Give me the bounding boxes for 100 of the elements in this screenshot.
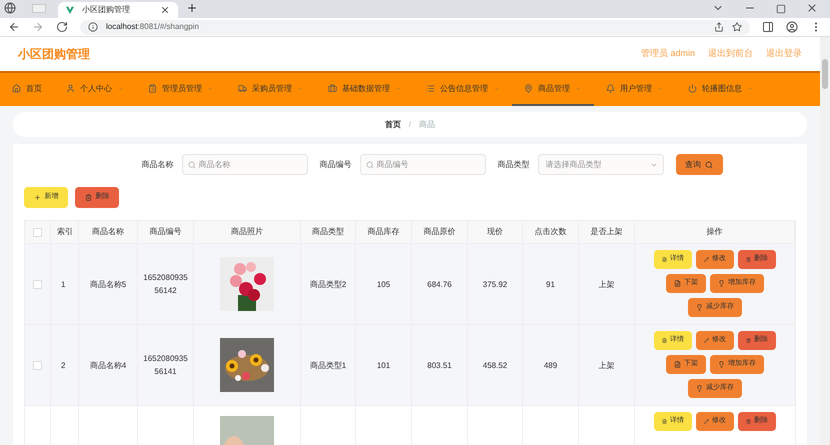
table-cell-text: 商品类型1 <box>308 360 348 372</box>
search-field[interactable]: 商品名称 <box>182 154 308 175</box>
close-icon[interactable] <box>806 2 818 14</box>
nav-item[interactable]: 采购员管理 <box>226 73 316 106</box>
info-icon <box>88 22 98 32</box>
column-header: 是否上架 <box>590 226 622 238</box>
caret-icon <box>747 85 754 92</box>
reload-icon[interactable] <box>56 21 68 33</box>
url-text: localhost:8081/#/shangpin <box>106 21 199 33</box>
v-logo-icon <box>66 6 74 14</box>
table-cell-text: 458.52 <box>482 360 508 372</box>
column-header: 商品照片 <box>231 226 263 238</box>
table-cell-text: 165208093556141 <box>142 353 189 378</box>
row-checkbox[interactable] <box>33 360 42 370</box>
maximize-icon[interactable] <box>776 4 786 14</box>
column-header: 商品编号 <box>150 226 182 238</box>
new-tab-icon[interactable] <box>186 2 198 14</box>
breadcrumb-item[interactable]: 首页 <box>384 118 401 130</box>
profile-icon[interactable] <box>786 21 798 33</box>
column-header: 商品原价 <box>424 226 456 238</box>
column-header: 商品类型 <box>312 226 344 238</box>
column-header: 点击次数 <box>534 226 566 238</box>
caret-icon <box>650 161 658 169</box>
select-all-checkbox[interactable] <box>33 228 42 236</box>
nav-icon <box>426 84 435 93</box>
table-cell-text: 165208093556142 <box>142 272 189 297</box>
action-icon <box>718 280 725 287</box>
search-icon <box>366 161 374 169</box>
table-cell-text: 上架 <box>598 278 616 290</box>
field-label: 商品名称 <box>142 158 174 170</box>
query-button[interactable]: 查询 <box>676 154 722 175</box>
column-header: 索引 <box>57 226 73 238</box>
caret-icon <box>117 85 124 92</box>
nav-item[interactable]: 管理员管理 <box>136 73 226 106</box>
caret-icon <box>395 85 402 92</box>
field-label: 商品编号 <box>320 158 352 170</box>
action-icon <box>674 361 681 368</box>
field-label: 商品类型 <box>498 158 530 170</box>
nav-icon <box>688 84 697 93</box>
action-icon <box>746 337 751 344</box>
table-cell-text: 商品名称5 <box>88 278 128 290</box>
action-icon <box>704 418 709 425</box>
caret-icon <box>575 85 582 92</box>
search-icon <box>188 161 196 169</box>
action-icon <box>696 385 703 392</box>
close-icon[interactable] <box>160 5 170 15</box>
table-cell-text: 上架 <box>598 360 616 372</box>
action-icon <box>662 256 667 263</box>
table-cell-text: 684.76 <box>426 278 453 290</box>
search-icon <box>705 160 713 168</box>
table-cell-text: 商品类型2 <box>308 278 348 290</box>
action-icon <box>662 337 667 344</box>
side-panel-icon[interactable] <box>762 21 774 33</box>
table-cell-text: 商品名称4 <box>88 360 128 372</box>
table-cell-text: 101 <box>376 360 392 372</box>
nav-item[interactable]: 商品管理 <box>512 73 594 106</box>
site-title: 小区团购管理 <box>18 46 90 63</box>
nav-item[interactable]: 个人中心 <box>54 73 136 106</box>
tab-title: 小区团购管理 <box>82 4 131 16</box>
breadcrumb-item: 商品 <box>419 118 436 130</box>
column-header: 现价 <box>487 226 503 238</box>
caret-icon <box>297 85 304 92</box>
nav-icon <box>328 84 337 93</box>
type-select[interactable]: 请选择商品类型 <box>538 154 664 175</box>
table-cell-text: 489 <box>542 360 558 372</box>
breadcrumb-separator: / <box>408 118 412 130</box>
column-header: 商品名称 <box>92 226 124 238</box>
action-icon <box>674 280 681 287</box>
back-icon[interactable] <box>8 21 20 33</box>
nav-icon <box>238 84 247 93</box>
nav-item[interactable]: 基础数据管理 <box>316 73 414 106</box>
caret-icon <box>207 85 214 92</box>
search-field[interactable]: 商品编号 <box>360 154 486 175</box>
nav-icon <box>606 84 615 93</box>
nav-item[interactable]: 首页 <box>0 73 54 106</box>
action-icon <box>696 304 703 311</box>
nav-item[interactable]: 用户管理 <box>594 73 676 106</box>
column-header: 商品库存 <box>368 226 400 238</box>
table-cell-text: 91 <box>545 278 556 290</box>
table-cell-text: 375.92 <box>482 278 508 290</box>
share-icon[interactable] <box>714 22 724 32</box>
table-cell-text: 1 <box>60 278 66 290</box>
nav-item[interactable]: 公告信息管理 <box>414 73 512 106</box>
table-cell-text: 2 <box>60 360 66 372</box>
column-header: 操作 <box>706 226 722 238</box>
globe-icon <box>4 2 16 14</box>
star-icon[interactable] <box>732 22 742 32</box>
browser-tab[interactable]: 小区团购管理 <box>58 2 178 18</box>
action-icon <box>746 418 751 425</box>
action-icon <box>704 337 709 344</box>
nav-icon <box>12 84 21 93</box>
action-icon <box>718 361 725 368</box>
caret-icon <box>493 85 500 92</box>
trash-icon <box>84 194 92 201</box>
row-checkbox[interactable] <box>33 280 42 288</box>
nav-icon <box>148 84 157 93</box>
action-icon <box>662 418 667 425</box>
nav-item[interactable]: 轮播图信息 <box>676 73 766 106</box>
action-icon <box>704 256 709 263</box>
address-bar[interactable]: localhost:8081/#/shangpin <box>80 20 750 34</box>
